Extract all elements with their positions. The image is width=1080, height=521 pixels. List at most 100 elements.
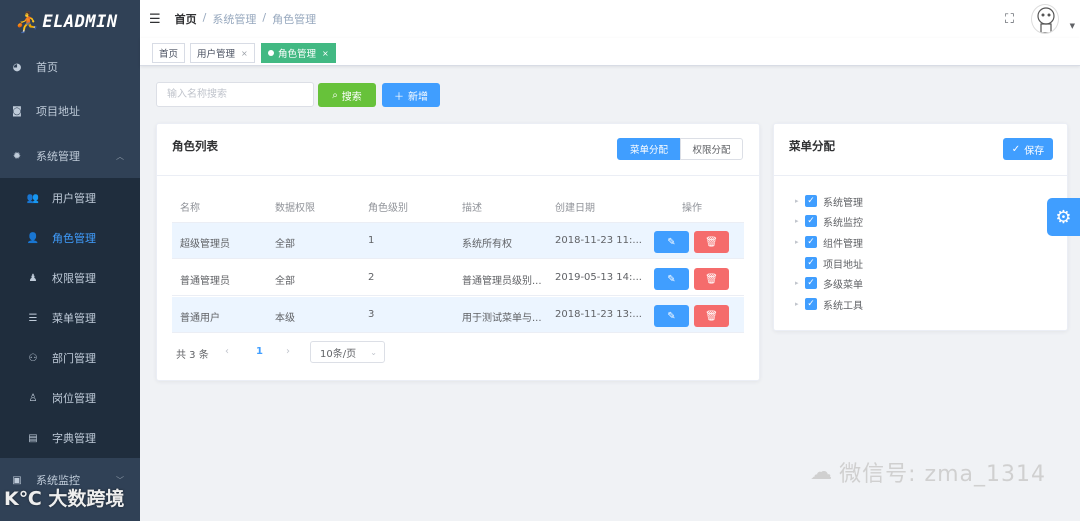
caret-right-icon[interactable]: ▸ bbox=[795, 300, 805, 308]
caret-down-icon[interactable]: ▼ bbox=[1070, 22, 1075, 30]
tree-node-monitor[interactable]: ▸ ✓ 系统监控 bbox=[795, 213, 863, 229]
column-header-actions: 操作 bbox=[682, 203, 702, 214]
tree-node-system[interactable]: ▸ ✓ 系统管理 bbox=[795, 193, 863, 209]
cell-desc: 用于测试菜单与... bbox=[462, 313, 542, 324]
edit-button[interactable]: ✎ bbox=[654, 231, 689, 253]
table-row[interactable]: 超级管理员 全部 1 系统所有权 2018-11-23 11:... ✎ 🗑 bbox=[172, 223, 744, 259]
plus-icon: ＋ bbox=[394, 91, 404, 103]
sidebar-item-home[interactable]: ◕ 首页 bbox=[0, 56, 140, 78]
user-role-icon: 👤 bbox=[26, 232, 40, 244]
edit-button[interactable]: ✎ bbox=[654, 268, 689, 290]
sidebar-item-label: 首页 bbox=[36, 61, 58, 74]
sidebar-item-roles[interactable]: 👤 角色管理 bbox=[0, 227, 140, 249]
pagination-total: 共 3 条 bbox=[176, 350, 209, 361]
sidebar-item-jobs[interactable]: ♙ 岗位管理 bbox=[0, 387, 140, 409]
github-icon: ◙ bbox=[12, 105, 22, 117]
fullscreen-icon[interactable]: ⛶ bbox=[1005, 12, 1014, 27]
delete-button[interactable]: 🗑 bbox=[694, 231, 729, 253]
caret-right-icon[interactable]: ▸ bbox=[795, 279, 805, 287]
page-size-value: 10条/页 bbox=[320, 348, 357, 360]
pagination-page[interactable]: 1 bbox=[256, 346, 263, 357]
edit-button[interactable]: ✎ bbox=[654, 305, 689, 327]
tree-node-label: 多级菜单 bbox=[823, 279, 863, 291]
cell-created: 2019-05-13 14:... bbox=[555, 272, 642, 283]
active-dot-icon bbox=[268, 50, 274, 56]
settings-gear-button[interactable]: ⚙ bbox=[1047, 198, 1080, 236]
tag-roles[interactable]: 角色管理 × bbox=[261, 43, 336, 63]
sidebar-item-permissions[interactable]: ♟ 权限管理 bbox=[0, 267, 140, 289]
cell-scope: 全部 bbox=[275, 239, 295, 250]
sidebar-item-system[interactable]: ✹ 系统管理 ︿ bbox=[0, 145, 140, 167]
delete-button[interactable]: 🗑 bbox=[694, 305, 729, 327]
sidebar-item-depts[interactable]: ⚇ 部门管理 bbox=[0, 347, 140, 369]
tree-node-project[interactable]: ✓ 项目地址 bbox=[795, 255, 863, 271]
column-header-desc[interactable]: 描述 bbox=[462, 199, 482, 214]
logo[interactable]: ⛹ ELADMIN bbox=[0, 0, 140, 44]
sidebar-item-label: 岗位管理 bbox=[52, 392, 96, 405]
checkbox-checked[interactable]: ✓ bbox=[805, 236, 817, 248]
logo-runner-icon: ⛹ bbox=[14, 10, 40, 34]
breadcrumb-current: 角色管理 bbox=[272, 13, 317, 26]
search-icon: ⌕ bbox=[332, 89, 338, 101]
tree-node-components[interactable]: ▸ ✓ 组件管理 bbox=[795, 234, 863, 250]
gear-icon: ✹ bbox=[12, 150, 22, 162]
tag-label: 首页 bbox=[159, 49, 179, 60]
app-root: ⛹ ELADMIN ◕ 首页 ◙ 项目地址 ✹ 系统管理 ︿ 👥 用户管理 👤 … bbox=[0, 0, 1080, 521]
checkbox-checked[interactable]: ✓ bbox=[805, 257, 817, 269]
sidebar-item-project[interactable]: ◙ 项目地址 bbox=[0, 100, 140, 122]
caret-right-icon[interactable]: ▸ bbox=[795, 217, 805, 225]
watermark-logo: K℃ 大数跨境 bbox=[4, 488, 125, 510]
tree-node-multilevel[interactable]: ▸ ✓ 多级菜单 bbox=[795, 275, 863, 291]
search-button-label: 搜索 bbox=[341, 91, 362, 103]
cell-created: 2018-11-23 13:... bbox=[555, 309, 642, 320]
tag-users[interactable]: 用户管理 × bbox=[190, 43, 255, 63]
tree-node-tools[interactable]: ▸ ✓ 系统工具 bbox=[795, 296, 863, 312]
checkbox-checked[interactable]: ✓ bbox=[805, 298, 817, 310]
checkbox-checked[interactable]: ✓ bbox=[805, 277, 817, 289]
add-button[interactable]: ＋ 新增 bbox=[382, 83, 440, 107]
menu-assign-tab[interactable]: 菜单分配 bbox=[617, 138, 681, 160]
users-icon: 👥 bbox=[26, 192, 40, 204]
menu-card-title: 菜单分配 bbox=[789, 139, 835, 153]
checkbox-checked[interactable]: ✓ bbox=[805, 215, 817, 227]
menu-icon: ☰ bbox=[28, 312, 38, 324]
add-button-label: 新增 bbox=[408, 91, 428, 103]
close-icon[interactable]: × bbox=[322, 49, 329, 58]
close-icon[interactable]: × bbox=[241, 49, 248, 58]
search-button[interactable]: ⌕ 搜索 bbox=[318, 83, 376, 107]
column-header-scope[interactable]: 数据权限 bbox=[275, 199, 315, 214]
delete-button[interactable]: 🗑 bbox=[694, 268, 729, 290]
table-row[interactable]: 普通管理员 全部 2 普通管理员级别... 2019-05-13 14:... … bbox=[172, 260, 744, 296]
caret-right-icon[interactable]: ▸ bbox=[795, 238, 805, 246]
column-header-name[interactable]: 名称 bbox=[180, 199, 200, 214]
column-header-created[interactable]: 创建日期 bbox=[555, 199, 595, 214]
pagination-next-icon[interactable]: › bbox=[286, 346, 290, 357]
avatar[interactable] bbox=[1031, 4, 1059, 34]
breadcrumb-system: 系统管理 bbox=[212, 13, 257, 26]
search-input[interactable] bbox=[156, 82, 314, 107]
sidebar-item-users[interactable]: 👥 用户管理 bbox=[0, 187, 140, 209]
breadcrumb-home[interactable]: 首页 bbox=[175, 11, 197, 27]
trash-icon: 🗑 bbox=[705, 310, 718, 322]
page-size-select[interactable]: 10条/页 ⌄ bbox=[310, 341, 385, 363]
sidebar-item-menus[interactable]: ☰ 菜单管理 bbox=[0, 307, 140, 329]
hamburger-icon[interactable]: ☰ bbox=[149, 12, 161, 27]
save-button[interactable]: ✓ 保存 bbox=[1003, 138, 1053, 160]
divider bbox=[157, 175, 759, 176]
sidebar-item-dicts[interactable]: ▤ 字典管理 bbox=[0, 427, 140, 449]
tag-home[interactable]: 首页 bbox=[152, 43, 186, 63]
table-row[interactable]: 普通用户 本级 3 用于测试菜单与... 2018-11-23 13:... ✎… bbox=[172, 297, 744, 333]
dashboard-icon: ◕ bbox=[12, 61, 22, 73]
caret-right-icon[interactable]: ▸ bbox=[795, 197, 805, 205]
tree-node-label: 组件管理 bbox=[823, 238, 863, 250]
sidebar-item-label: 部门管理 bbox=[52, 352, 96, 365]
avatar-robot-icon bbox=[1037, 7, 1055, 33]
pagination-prev-icon[interactable]: ‹ bbox=[225, 346, 229, 357]
column-header-level[interactable]: 角色级别 bbox=[368, 199, 408, 214]
check-icon: ✓ bbox=[1011, 143, 1021, 155]
checkbox-checked[interactable]: ✓ bbox=[805, 195, 817, 207]
permission-assign-tab[interactable]: 权限分配 bbox=[680, 138, 743, 160]
breadcrumb: 首页 / 系统管理 / 角色管理 bbox=[175, 11, 316, 27]
cell-level: 3 bbox=[368, 309, 375, 320]
tree-node-label: 系统管理 bbox=[823, 197, 863, 209]
